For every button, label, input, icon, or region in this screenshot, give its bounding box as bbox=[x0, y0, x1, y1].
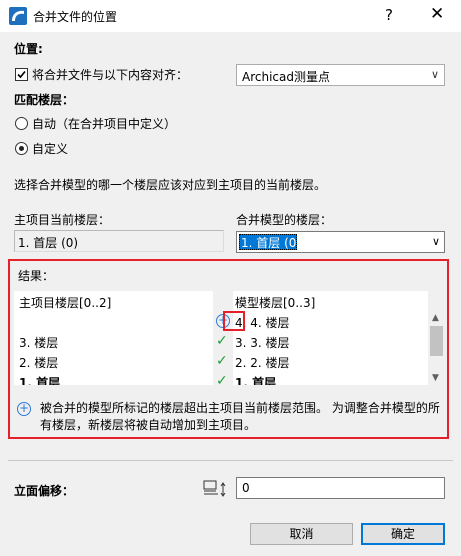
column-model-floors: 模型楼层[0..3] bbox=[235, 296, 316, 310]
model-floor-cell: 3. 3. 楼层 bbox=[235, 336, 290, 350]
align-checkbox-label: 将合并文件与以下内容对齐： bbox=[32, 68, 189, 82]
align-target-dropdown[interactable]: Archicad测量点 ∨ bbox=[236, 64, 445, 86]
model-floor-cell: 2. 2. 楼层 bbox=[235, 356, 290, 370]
scroll-down-icon[interactable]: ▼ bbox=[432, 373, 439, 383]
result-heading: 结果： bbox=[18, 269, 55, 283]
match-check-icon: ✓ bbox=[216, 353, 228, 369]
checkmark-icon bbox=[17, 70, 26, 79]
table-row[interactable]: + 4. 4. 楼层 bbox=[14, 311, 427, 333]
radio-auto[interactable] bbox=[15, 117, 28, 130]
match-description: 选择合并模型的哪一个楼层应该对应到主项目的当前楼层。 bbox=[14, 178, 327, 192]
match-check-icon: ✓ bbox=[216, 373, 228, 385]
radio-auto-label: 自动（在合并项目中定义） bbox=[32, 117, 177, 131]
list-header-row: 主项目楼层[0..2] 模型楼层[0..3] bbox=[14, 291, 427, 385]
host-floor-value: 1. 首层 (0) bbox=[18, 236, 79, 250]
elevation-offset-label: 立面偏移： bbox=[14, 484, 75, 498]
elevation-offset-icon bbox=[202, 479, 230, 502]
add-icon-highlight-frame bbox=[223, 311, 245, 331]
help-button[interactable]: ? bbox=[385, 6, 393, 24]
model-floor-cell: 1. 首层 bbox=[235, 376, 277, 385]
cancel-button[interactable]: 取消 bbox=[250, 523, 353, 545]
host-floor-label: 主项目当前楼层： bbox=[14, 213, 111, 227]
floor-mapping-list[interactable]: 主项目楼层[0..2] 模型楼层[0..3] + 4. 4. 楼层 3. 楼层 … bbox=[14, 291, 445, 385]
table-row[interactable]: 2. 楼层 ✓ 2. 2. 楼层 bbox=[14, 351, 427, 373]
archicad-app-icon bbox=[9, 7, 27, 25]
radio-custom-label: 自定义 bbox=[32, 142, 69, 156]
host-floor-cell: 2. 楼层 bbox=[19, 356, 59, 370]
table-row[interactable]: 3. 楼层 ✓ 3. 3. 楼层 bbox=[14, 331, 427, 353]
section-divider bbox=[8, 460, 453, 461]
host-floor-cell: 3. 楼层 bbox=[19, 336, 59, 350]
close-button[interactable]: ✕ bbox=[430, 4, 444, 24]
chevron-down-icon: ∨ bbox=[430, 68, 439, 81]
column-host-floors: 主项目楼层[0..2] bbox=[19, 296, 112, 310]
chevron-down-icon: ∨ bbox=[431, 235, 440, 248]
elevation-offset-input[interactable]: 0 bbox=[236, 477, 445, 499]
host-floor-field: 1. 首层 (0) bbox=[14, 230, 224, 252]
ok-button[interactable]: 确定 bbox=[361, 523, 445, 545]
host-floor-cell: 1. 首层 bbox=[19, 376, 61, 385]
result-info-text: 被合并的模型所标记的楼层超出主项目当前楼层范围。 为调整合并模型的所有楼层，新楼… bbox=[40, 401, 440, 432]
scroll-thumb[interactable] bbox=[430, 326, 443, 356]
match-floors-heading: 匹配楼层： bbox=[14, 93, 75, 107]
radio-custom[interactable] bbox=[15, 142, 28, 155]
merged-floor-label: 合并模型的楼层： bbox=[236, 213, 333, 227]
merged-floor-dropdown[interactable]: 1. 首层 (0) ∨ bbox=[236, 231, 445, 253]
elevation-offset-value: 0 bbox=[242, 481, 250, 495]
window-title: 合并文件的位置 bbox=[33, 10, 118, 24]
align-checkbox[interactable] bbox=[15, 68, 28, 81]
radio-selected-dot bbox=[19, 146, 24, 151]
merged-floor-value: 1. 首层 (0) bbox=[241, 236, 302, 250]
position-heading: 位置: bbox=[14, 42, 43, 56]
info-add-icon: + bbox=[17, 401, 31, 416]
match-check-icon: ✓ bbox=[216, 333, 228, 349]
scroll-up-icon[interactable]: ▲ bbox=[432, 313, 439, 323]
align-target-value: Archicad测量点 bbox=[242, 70, 330, 84]
table-row[interactable]: 1. 首层 ✓ 1. 首层 bbox=[14, 371, 427, 385]
